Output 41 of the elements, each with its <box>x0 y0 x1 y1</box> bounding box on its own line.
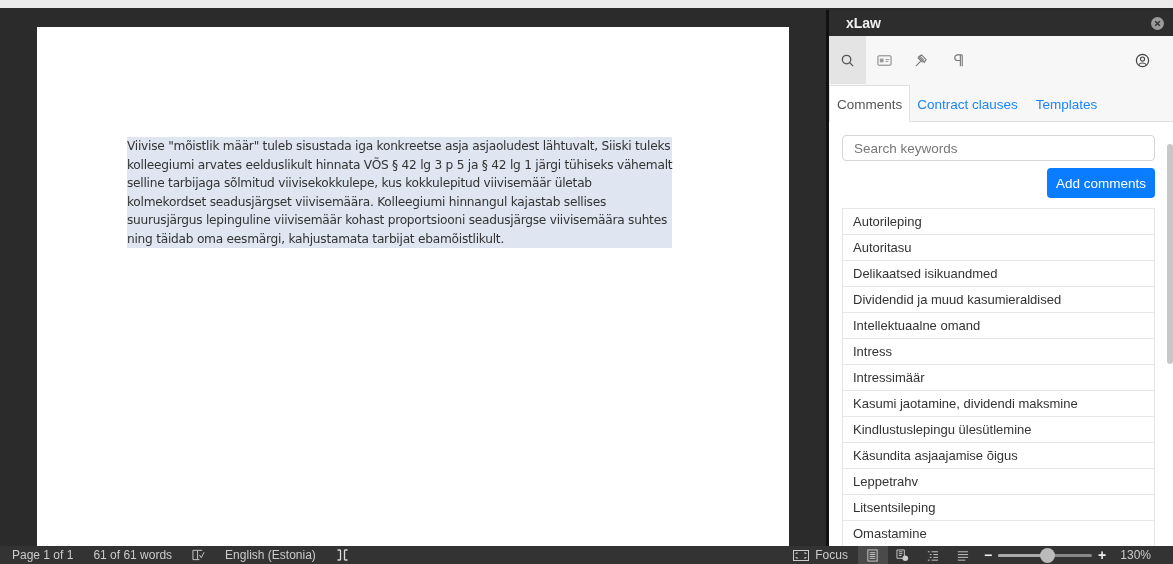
zoom-in-button[interactable]: + <box>1098 547 1107 563</box>
list-item[interactable]: Käsundita asjaajamise õigus <box>842 442 1155 469</box>
paragraph: Viivise "mõistlik määr" tuleb sisustada iga konkreetse asja asjaoludest lähtuvalt, Siiski tuleks kolleegiumi arvates eelduslikult hinnata VÕS § 42 lg 3 p 5 ja § 42 lg 1 järgi tühiseks vähemalt selline tarbijaga sõlmitud viivisekokkulepe, kus kokkulepitud viivisemäär ületab kolmekordset seadusjärgset viivisemäära. Kolleegiumi hinnangul kajastab sellises suurusjärgus lepinguline viivisemäär kohast proportsiooni seadusjärgse viivisemäära suhtes ning täidab oma eesmärgi, kahjustamata tarbijat ebamõistlikult. <box>127 137 673 248</box>
search-field[interactable]: Search keywords <box>842 135 1155 161</box>
user-icon <box>1135 52 1150 68</box>
focus-button[interactable]: Focus <box>793 548 848 562</box>
draft-icon <box>956 548 970 562</box>
zoom-slider-thumb[interactable] <box>1039 547 1055 563</box>
zoom-level[interactable]: 130% <box>1120 548 1151 562</box>
list-item[interactable]: Leppetrahv <box>842 468 1155 495</box>
panel-title: xLaw <box>846 15 881 31</box>
zoom-out-button[interactable]: − <box>983 547 993 563</box>
scrollbar[interactable] <box>1167 144 1173 364</box>
list-item[interactable]: Intellektuaalne omand <box>842 312 1155 339</box>
list-item[interactable]: Litsentsileping <box>842 494 1155 521</box>
gavel-icon <box>914 52 929 68</box>
focus-icon <box>793 549 810 561</box>
zoom-slider[interactable] <box>998 547 1093 563</box>
print-layout-button[interactable] <box>857 546 888 564</box>
proofing-icon[interactable] <box>192 549 206 561</box>
list-item[interactable]: Dividendid ja muud kasumieraldised <box>842 286 1155 313</box>
outline-icon <box>926 548 940 562</box>
language[interactable]: English (Estonia) <box>225 548 316 562</box>
list-item[interactable]: Autoritasu <box>842 234 1155 261</box>
close-icon[interactable] <box>1151 16 1164 30</box>
list-item[interactable]: Delikaatsed isikuandmed <box>842 260 1155 287</box>
print-layout-icon <box>866 548 880 562</box>
list-item[interactable]: Intress <box>842 338 1155 365</box>
word-count[interactable]: 61 of 61 words <box>93 548 173 562</box>
id-card-icon <box>877 52 892 68</box>
list-item[interactable]: Kindlustuslepingu ülesütlemine <box>842 416 1155 443</box>
list-item[interactable]: Autorileping <box>842 208 1155 235</box>
add-comments-button[interactable]: Add comments <box>1046 168 1155 198</box>
list-item[interactable]: Intressimäär <box>842 364 1155 391</box>
list-item[interactable]: Kasumi jaotamine, dividendi maksmine <box>842 390 1155 417</box>
page-count[interactable]: Page 1 of 1 <box>12 548 74 562</box>
accessibility-icon[interactable] <box>335 549 349 561</box>
tab[interactable]: Comments <box>829 85 911 122</box>
web-layout-icon <box>896 548 910 562</box>
search-icon <box>840 52 855 68</box>
pilcrow-icon <box>951 52 966 68</box>
